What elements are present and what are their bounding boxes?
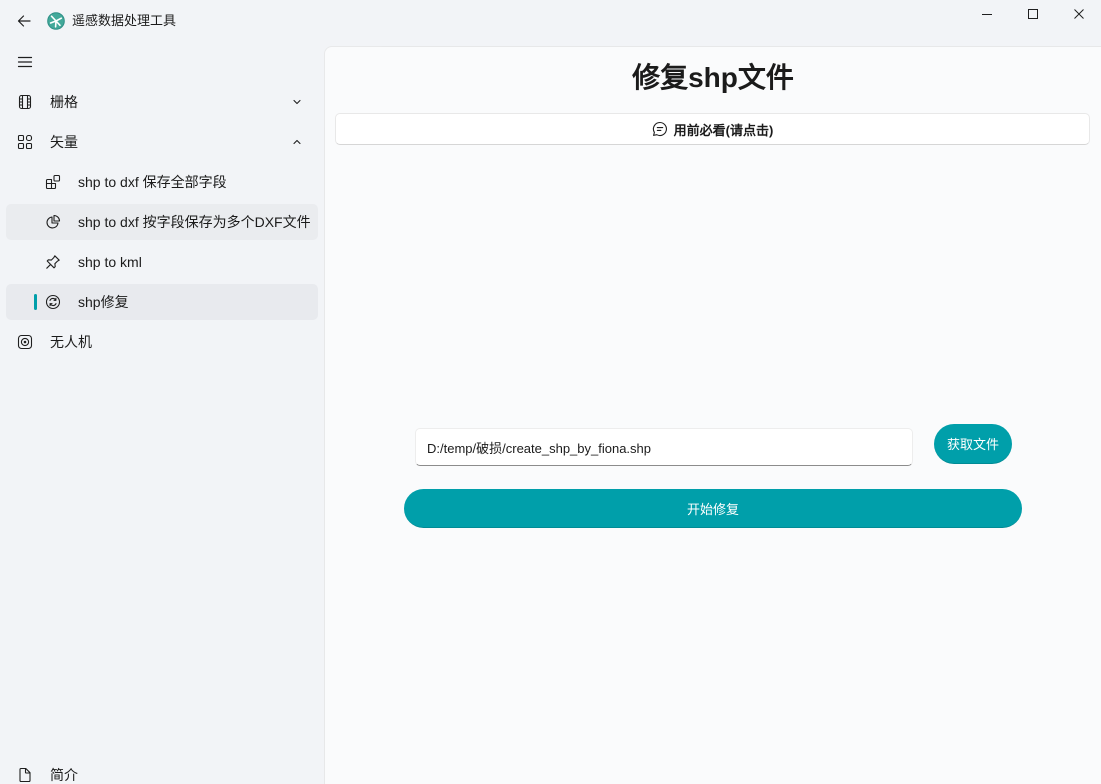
nav-item-drone[interactable]: 无人机 bbox=[6, 324, 318, 360]
apps-add-in-icon bbox=[45, 174, 61, 190]
start-repair-button[interactable]: 开始修复 bbox=[404, 489, 1022, 528]
nav-item-label: shp修复 bbox=[78, 294, 129, 310]
close-icon bbox=[1073, 9, 1084, 19]
app-title: 遥感数据处理工具 bbox=[72, 13, 177, 28]
nav-item-shp-to-kml[interactable]: shp to kml bbox=[6, 244, 318, 280]
browse-file-button[interactable]: 获取文件 bbox=[934, 424, 1012, 464]
selection-indicator bbox=[34, 294, 37, 310]
nav-item-shp-repair[interactable]: shp修复 bbox=[6, 284, 318, 320]
navigation-panel: 栅格 矢量 shp to dxf 保存全部字段 shp to dxf 按字段保存… bbox=[0, 40, 324, 784]
arrow-left-icon bbox=[16, 13, 32, 29]
chevron-down-icon bbox=[291, 96, 303, 108]
app-logo-icon bbox=[47, 12, 65, 30]
page-title: 修复shp文件 bbox=[632, 62, 794, 93]
menu-toggle-button[interactable] bbox=[6, 44, 44, 80]
nav-item-label: 矢量 bbox=[50, 134, 78, 150]
nav-item-label: 简介 bbox=[50, 767, 78, 783]
nav-item-label: shp to dxf 按字段保存为多个DXF文件 bbox=[78, 214, 311, 230]
nav-item-label: shp to kml bbox=[78, 254, 142, 270]
maximize-button[interactable] bbox=[1010, 0, 1056, 28]
chevron-up-icon bbox=[291, 136, 303, 148]
arrow-sync-circle-icon bbox=[45, 294, 61, 310]
maximize-icon bbox=[1028, 9, 1038, 19]
pin-icon bbox=[45, 254, 61, 270]
content-panel: 修复shp文件 用前必看(请点击) 获取文件 开始修复 bbox=[324, 46, 1101, 784]
apps-icon bbox=[17, 134, 33, 150]
target-icon bbox=[17, 334, 33, 350]
minimize-icon bbox=[982, 9, 992, 19]
nav-item-shp-to-dxf-by-field[interactable]: shp to dxf 按字段保存为多个DXF文件 bbox=[6, 204, 318, 240]
chat-icon bbox=[652, 121, 668, 137]
back-button[interactable] bbox=[6, 5, 42, 37]
hamburger-menu-icon bbox=[17, 54, 33, 70]
pie-chart-icon bbox=[45, 214, 61, 230]
filmstrip-icon bbox=[17, 94, 33, 110]
close-button[interactable] bbox=[1056, 0, 1101, 28]
nav-item-label: shp to dxf 保存全部字段 bbox=[78, 174, 227, 190]
notice-button[interactable]: 用前必看(请点击) bbox=[335, 113, 1090, 145]
nav-item-vector[interactable]: 矢量 bbox=[6, 124, 318, 160]
nav-item-raster[interactable]: 栅格 bbox=[6, 84, 318, 120]
title-bar: 遥感数据处理工具 bbox=[0, 0, 1101, 40]
nav-item-shp-to-dxf-all-fields[interactable]: shp to dxf 保存全部字段 bbox=[6, 164, 318, 200]
nav-item-label: 无人机 bbox=[50, 334, 92, 350]
minimize-button[interactable] bbox=[964, 0, 1010, 28]
file-path-input[interactable] bbox=[415, 428, 913, 466]
notice-button-label: 用前必看(请点击) bbox=[673, 122, 774, 138]
nav-item-label: 栅格 bbox=[50, 94, 78, 110]
document-icon bbox=[17, 767, 33, 783]
nav-item-about[interactable]: 简介 bbox=[6, 757, 318, 784]
